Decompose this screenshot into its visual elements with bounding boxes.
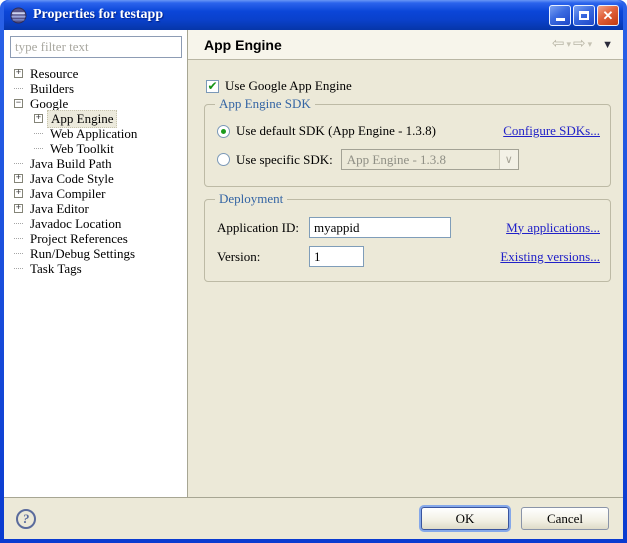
tree-item-label: Javadoc Location [30,215,122,231]
eclipse-app-icon [10,7,27,23]
properties-dialog: Properties for testapp ✕ + ResourceBuilde… [0,0,627,543]
tree-item-label: Resource [30,65,79,81]
forward-dropdown-icon[interactable]: ▾ [588,39,593,50]
tree-item-java-build-path[interactable]: Java Build Path [10,156,181,171]
tree-item-task-tags[interactable]: Task Tags [10,261,181,276]
ok-button[interactable]: OK [421,507,509,530]
tree-item-javadoc-location[interactable]: Javadoc Location [10,216,181,231]
tree-item-project-references[interactable]: Project References [10,231,181,246]
use-gae-checkbox[interactable]: ✔ [206,79,219,93]
tree-item-label: Java Build Path [30,155,112,171]
view-menu-icon[interactable]: ▼ [602,39,613,51]
tree-item-java-code-style[interactable]: + Java Code Style [10,171,181,186]
expand-icon[interactable]: + [14,174,23,183]
collapse-icon[interactable]: − [14,99,23,108]
tree-item-run-debug-settings[interactable]: Run/Debug Settings [10,246,181,261]
back-dropdown-icon[interactable]: ▾ [566,39,571,50]
tree-item-label: Run/Debug Settings [30,245,136,261]
tree-item-app-engine[interactable]: + App Engine [10,109,181,128]
tree-connector [34,133,43,134]
deployment-group-title: Deployment [215,191,288,207]
use-gae-label: Use Google App Engine [225,78,352,93]
titlebar[interactable]: Properties for testapp ✕ [4,0,623,30]
page-panel: App Engine ⇦ ▾ ⇨ ▾ ▼ ✔ Use Google App En… [188,30,623,497]
tree-item-label: Web Toolkit [50,140,114,156]
default-sdk-label: Use default SDK (App Engine - 1.3.8) [236,123,437,138]
tree-connector [14,253,23,254]
tree-item-label: Web Application [50,125,138,141]
window-title: Properties for testapp [33,7,164,22]
sdk-combobox-arrow[interactable]: ∨ [498,150,518,169]
tree-item-java-compiler[interactable]: + Java Compiler [10,186,181,201]
version-field[interactable] [309,246,364,267]
expand-icon[interactable]: + [34,114,43,123]
sdk-combobox-value: App Engine - 1.3.8 [346,151,447,167]
cancel-button[interactable]: Cancel [521,507,609,530]
tree-item-builders[interactable]: Builders [10,81,181,96]
page-header: App Engine ⇦ ▾ ⇨ ▾ ▼ [188,30,623,60]
expand-icon[interactable]: + [14,69,23,78]
close-icon: ✕ [602,7,614,23]
tree-connector [14,238,23,239]
configure-sdks-link[interactable]: Configure SDKs... [503,123,600,139]
dialog-body: +ResourceBuilders−Google+App EngineWeb A… [4,30,623,539]
tree-item-label: Java Code Style [30,170,114,186]
close-button[interactable]: ✕ [597,4,619,26]
sdk-group-title: App Engine SDK [215,96,315,112]
existing-versions-link[interactable]: Existing versions... [500,249,600,265]
tree-item-resource[interactable]: + Resource [10,66,181,81]
default-sdk-radio[interactable] [217,124,230,138]
deployment-group: Deployment Application ID: My applicatio… [204,191,611,282]
tree-connector [14,163,23,164]
filter-input[interactable] [10,36,182,58]
help-icon: ? [22,510,30,526]
tree-item-label: Java Compiler [30,185,106,201]
properties-tree: + Resource Builders − Google + App Engine Web A… [10,66,181,276]
sdk-combobox[interactable]: App Engine - 1.3.8 ∨ [340,149,519,170]
use-gae-checkbox-row[interactable]: ✔ Use Google App Engine [206,78,615,94]
application-id-row: Application ID: My applications... [217,217,600,238]
expand-icon[interactable]: + [14,189,23,198]
properties-nav-panel: +ResourceBuilders−Google+App EngineWeb A… [4,30,188,497]
tree-connector [14,88,23,89]
button-bar: ? OK Cancel [4,497,623,539]
back-icon[interactable]: ⇦ [552,37,565,52]
tree-connector [14,223,23,224]
page-title: App Engine [204,36,282,53]
application-id-field[interactable] [309,217,451,238]
forward-icon[interactable]: ⇨ [573,37,586,52]
maximize-button[interactable] [573,4,595,26]
tree-connector [34,148,43,149]
chevron-down-icon: ∨ [504,154,513,166]
specific-sdk-radio[interactable] [217,153,230,166]
my-applications-link[interactable]: My applications... [506,220,600,236]
page-content: ✔ Use Google App Engine App Engine SDK U… [188,60,623,497]
application-id-label: Application ID: [217,219,299,235]
tree-connector [14,268,23,269]
tree-item-web-toolkit[interactable]: Web Toolkit [10,141,181,156]
minimize-icon [555,17,565,21]
tree-item-web-application[interactable]: Web Application [10,126,181,141]
tree-item-label: Builders [30,80,75,96]
help-button[interactable]: ? [16,508,36,529]
minimize-button[interactable] [549,4,571,26]
default-sdk-radio-row[interactable]: Use default SDK (App Engine - 1.3.8) Con… [217,123,600,139]
tree-item-label: Project References [30,230,128,246]
specific-sdk-label: Use specific SDK: [236,151,333,167]
version-label: Version: [217,248,261,264]
maximize-icon [579,10,589,20]
tree-item-label: Java Editor [30,200,89,216]
specific-sdk-radio-row[interactable]: Use specific SDK: App Engine - 1.3.8 ∨ [217,149,600,170]
expand-icon[interactable]: + [14,204,23,213]
version-row: Version: Existing versions... [217,246,600,267]
tree-item-label: Task Tags [30,260,82,276]
tree-item-java-editor[interactable]: + Java Editor [10,201,181,216]
checkmark-icon: ✔ [207,79,218,93]
sdk-group: App Engine SDK Use default SDK (App Engi… [204,96,611,187]
